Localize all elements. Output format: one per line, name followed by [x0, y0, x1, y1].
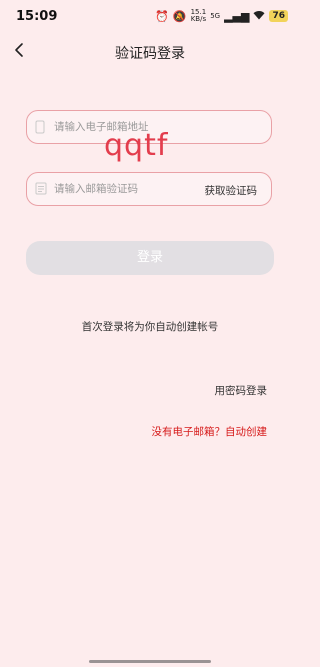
message-icon	[35, 182, 47, 199]
status-time: 15:09	[16, 9, 58, 24]
page-title: 验证码登录	[115, 46, 185, 62]
login-button[interactable]: 登录	[26, 241, 274, 275]
verification-code-field[interactable]: 获取验证码	[26, 172, 272, 206]
network-type: 5G	[210, 12, 221, 20]
home-indicator	[89, 660, 211, 663]
network-speed: 15.1 KB/s	[191, 9, 207, 23]
network-speed-unit: KB/s	[190, 15, 207, 23]
wifi-icon	[253, 10, 265, 22]
watermark: qqtf	[104, 128, 169, 163]
mute-icon: 🔕	[172, 9, 187, 23]
signal-icon: ▂▄▆	[224, 9, 250, 23]
phone-icon	[35, 120, 45, 138]
password-login-link[interactable]: 用密码登录	[215, 383, 268, 398]
get-code-button[interactable]: 获取验证码	[205, 183, 258, 198]
status-icons: ⏰ 🔕 15.1 KB/s 5G ▂▄▆ 76	[155, 9, 288, 23]
status-bar: 15:09 ⏰ 🔕 15.1 KB/s 5G ▂▄▆ 76	[0, 0, 300, 34]
alarm-icon: ⏰	[155, 9, 169, 23]
verification-code-input[interactable]	[54, 173, 194, 205]
no-email-create-link[interactable]: 没有电子邮箱？自动创建	[152, 424, 268, 439]
auto-create-hint: 首次登录将为你自动创建帐号	[81, 321, 219, 333]
battery-indicator: 76	[269, 10, 288, 22]
